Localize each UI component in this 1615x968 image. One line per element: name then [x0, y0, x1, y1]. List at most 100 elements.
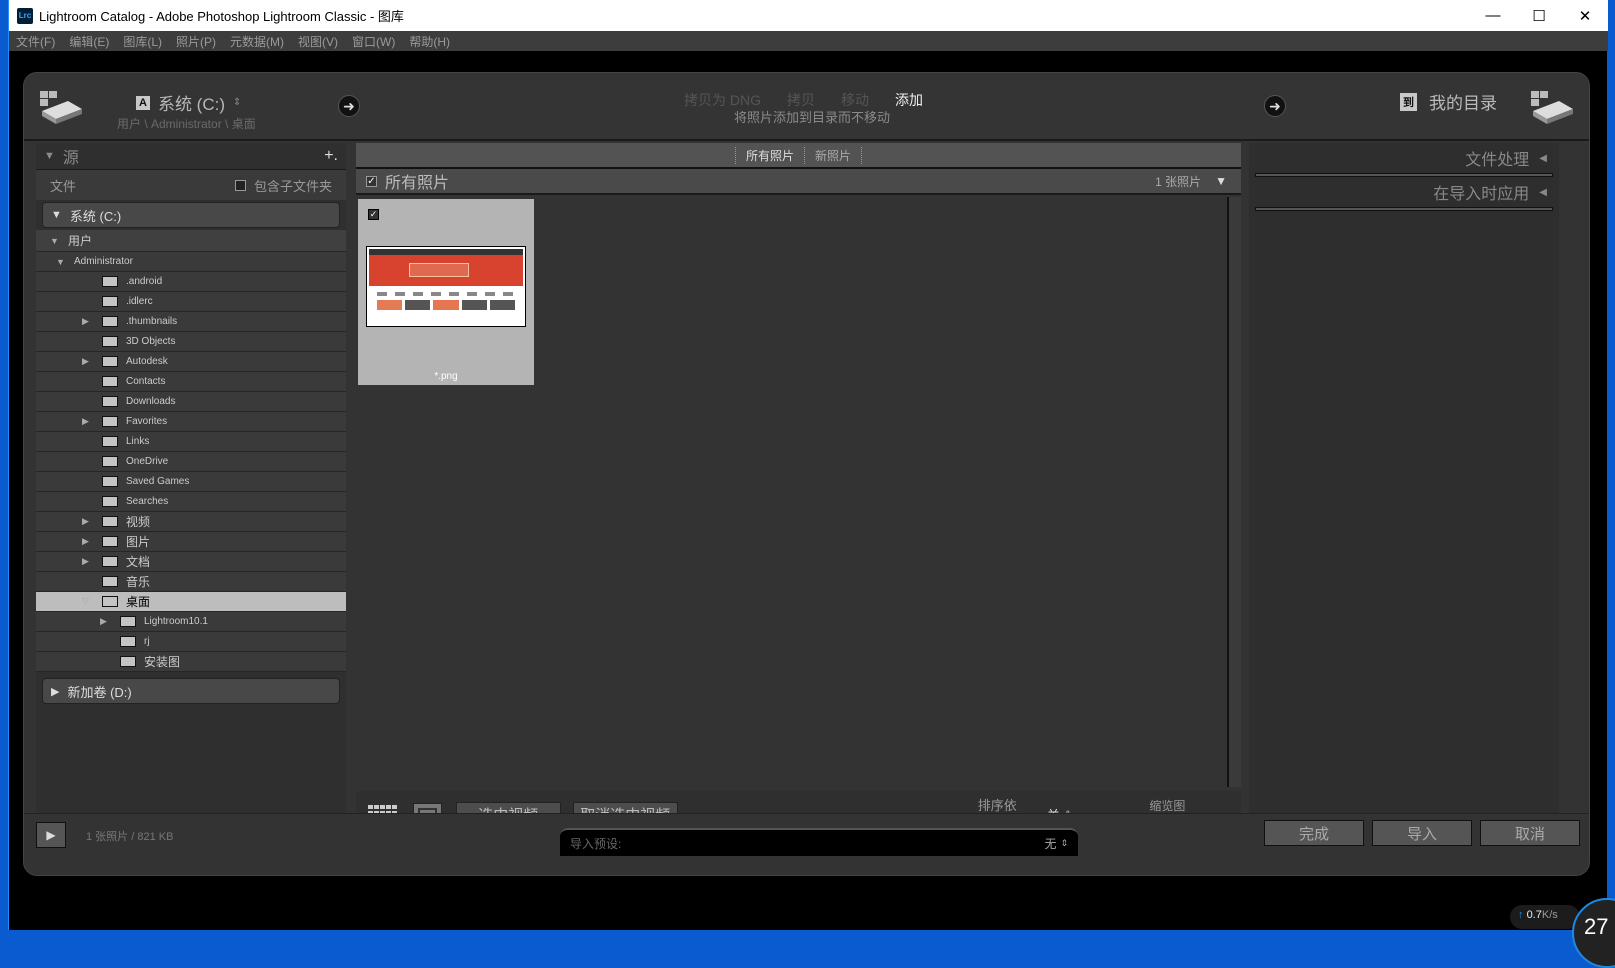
folder-label: 桌面 — [126, 595, 151, 609]
menu-bar: 文件(F) 编辑(E) 图库(L) 照片(P) 元数据(M) 视图(V) 窗口(… — [9, 31, 1608, 51]
apply-during-import-section[interactable]: 在导入时应用 ◀ — [1249, 177, 1559, 207]
folder-row[interactable]: Links — [36, 432, 346, 452]
disclosure-triangle-icon[interactable]: ▽ — [82, 596, 89, 607]
disclosure-triangle-icon[interactable]: ▶ — [82, 516, 89, 527]
options-panel: 文件处理 ◀ 在导入时应用 ◀ — [1249, 143, 1559, 813]
filter-all-photos[interactable]: 所有照片 — [734, 146, 804, 164]
menu-metadata[interactable]: 元数据(M) — [230, 33, 284, 50]
disclosure-triangle-icon[interactable]: ▼ — [50, 236, 59, 246]
maximize-button[interactable]: ☐ — [1516, 0, 1562, 31]
folder-icon — [102, 536, 118, 547]
menu-help[interactable]: 帮助(H) — [409, 33, 450, 50]
import-dialog: A 系统 (C:) ⇕ 用户 \ Administrator \ 桌面 ➜ 拷贝… — [23, 72, 1590, 876]
done-button[interactable]: 完成 — [1264, 820, 1364, 846]
filter-new-photos[interactable]: 新照片 — [804, 146, 863, 164]
disclosure-triangle-icon[interactable]: ▶ — [82, 556, 89, 567]
grid-scrollbar[interactable] — [1228, 197, 1241, 787]
folder-label: Contacts — [126, 376, 166, 387]
disclosure-triangle-icon[interactable]: ▶ — [82, 536, 89, 547]
folder-icon — [102, 376, 118, 387]
volume-c[interactable]: ▼ 系统 (C:) — [42, 202, 340, 228]
file-handling-section[interactable]: 文件处理 ◀ — [1249, 143, 1559, 173]
source-drive-icon — [40, 91, 82, 124]
disclosure-triangle-icon[interactable]: ▶ — [82, 356, 89, 367]
folder-tree: ▼ 用户 ▼ Administrator .android .idlerc ▶ .thumbn… — [36, 230, 346, 672]
menu-view[interactable]: 视图(V) — [298, 33, 338, 50]
menu-photo[interactable]: 照片(P) — [176, 33, 216, 50]
photo-cell[interactable]: ✓ *.png — [358, 199, 534, 385]
menu-edit[interactable]: 编辑(E) — [69, 33, 109, 50]
disclosure-triangle-icon[interactable]: ▶ — [82, 316, 89, 327]
disclosure-triangle-icon[interactable]: ▼ — [56, 257, 65, 267]
folder-row[interactable]: .android — [36, 272, 346, 292]
folder-row[interactable]: ▶ 文档 — [36, 552, 346, 572]
photo-thumbnail[interactable] — [366, 246, 526, 327]
disclosure-triangle-icon[interactable]: ▶ — [82, 416, 89, 427]
destination-selector[interactable]: 到 我的目录 — [1400, 89, 1497, 114]
folder-row[interactable]: ▽ 桌面 — [36, 592, 346, 612]
folder-label: 3D Objects — [126, 336, 176, 347]
disclosure-triangle-icon[interactable]: ▶ — [100, 616, 107, 627]
folder-label: 安装图 — [144, 655, 181, 669]
folder-row[interactable]: ▶ .thumbnails — [36, 312, 346, 332]
photo-checkbox[interactable]: ✓ — [368, 209, 379, 220]
check-all-checkbox[interactable]: ✓ — [366, 175, 377, 187]
preset-updown-icon: ⇕ — [1060, 837, 1068, 848]
folder-row[interactable]: 安装图 — [36, 652, 346, 672]
folder-row[interactable]: Saved Games — [36, 472, 346, 492]
folder-row[interactable]: ▼ Administrator — [36, 252, 346, 272]
photo-grid-area: 所有照片 新照片 ✓ 所有照片 1 张照片 ▼ ✓ *.png 选中视频 取消选… — [356, 143, 1246, 868]
upload-arrow-icon: ↑ — [1518, 909, 1524, 921]
thumbnail-size-label: 缩览图 — [1149, 799, 1186, 813]
close-button[interactable]: ✕ — [1562, 0, 1608, 31]
folder-row[interactable]: ▶ Lightroom10.1 — [36, 612, 346, 632]
folder-row[interactable]: .idlerc — [36, 292, 346, 312]
folder-row[interactable]: Contacts — [36, 372, 346, 392]
destination-badge-icon: 到 — [1400, 92, 1417, 111]
source-selector[interactable]: A 系统 (C:) ⇕ — [136, 90, 241, 115]
folder-row[interactable]: ▶ 视频 — [36, 512, 346, 532]
minimize-button[interactable]: — — [1470, 0, 1516, 31]
include-subfolders-option[interactable]: 包含子文件夹 — [234, 176, 332, 195]
folder-icon — [102, 576, 118, 587]
folder-row[interactable]: 3D Objects — [36, 332, 346, 352]
folder-row[interactable]: Searches — [36, 492, 346, 512]
folder-icon — [102, 396, 118, 407]
toggle-panel-button[interactable]: ▶ — [36, 822, 66, 848]
folder-icon — [102, 556, 118, 567]
folder-row[interactable]: OneDrive — [36, 452, 346, 472]
volume-d[interactable]: ▶ 新加卷 (D:) — [42, 678, 340, 704]
speed-unit: K/s — [1541, 909, 1558, 921]
section-divider — [1255, 207, 1553, 211]
menu-window[interactable]: 窗口(W) — [352, 33, 395, 50]
folder-icon — [102, 516, 118, 527]
import-button[interactable]: 导入 — [1372, 820, 1472, 846]
folder-row[interactable]: ▶ Autodesk — [36, 352, 346, 372]
destination-arrow-button[interactable]: ➜ — [1264, 95, 1286, 117]
cancel-button[interactable]: 取消 — [1480, 820, 1580, 846]
import-preset-selector[interactable]: 导入预设: 无 ⇕ — [560, 828, 1078, 856]
folder-label: 图片 — [126, 535, 151, 549]
sort-menu-triangle-icon[interactable]: ▼ — [1215, 174, 1227, 188]
add-source-icon[interactable]: +. — [324, 147, 338, 165]
folder-icon — [120, 616, 136, 627]
folder-row[interactable]: Downloads — [36, 392, 346, 412]
menu-file[interactable]: 文件(F) — [16, 33, 55, 50]
folder-icon — [102, 336, 118, 347]
folder-row[interactable]: ▶ 图片 — [36, 532, 346, 552]
folder-label: Saved Games — [126, 476, 190, 487]
source-arrow-button[interactable]: ➜ — [338, 95, 360, 117]
folder-row[interactable]: ▶ Favorites — [36, 412, 346, 432]
folder-icon — [102, 276, 118, 287]
folder-icon — [102, 296, 118, 307]
menu-library[interactable]: 图库(L) — [123, 33, 162, 50]
folder-row[interactable]: ▼ 用户 — [36, 230, 346, 252]
mode-add[interactable]: 添加 — [895, 90, 923, 110]
folder-row[interactable]: rj — [36, 632, 346, 652]
lightroom-logo-icon: Lrc — [17, 7, 33, 24]
source-panel-header[interactable]: ▼ 源 +. — [36, 143, 346, 170]
file-handling-label: 文件处理 — [1465, 152, 1530, 169]
folder-row[interactable]: 音乐 — [36, 572, 346, 592]
destination-name: 我的目录 — [1429, 94, 1497, 113]
include-subfolders-checkbox[interactable] — [234, 179, 246, 191]
